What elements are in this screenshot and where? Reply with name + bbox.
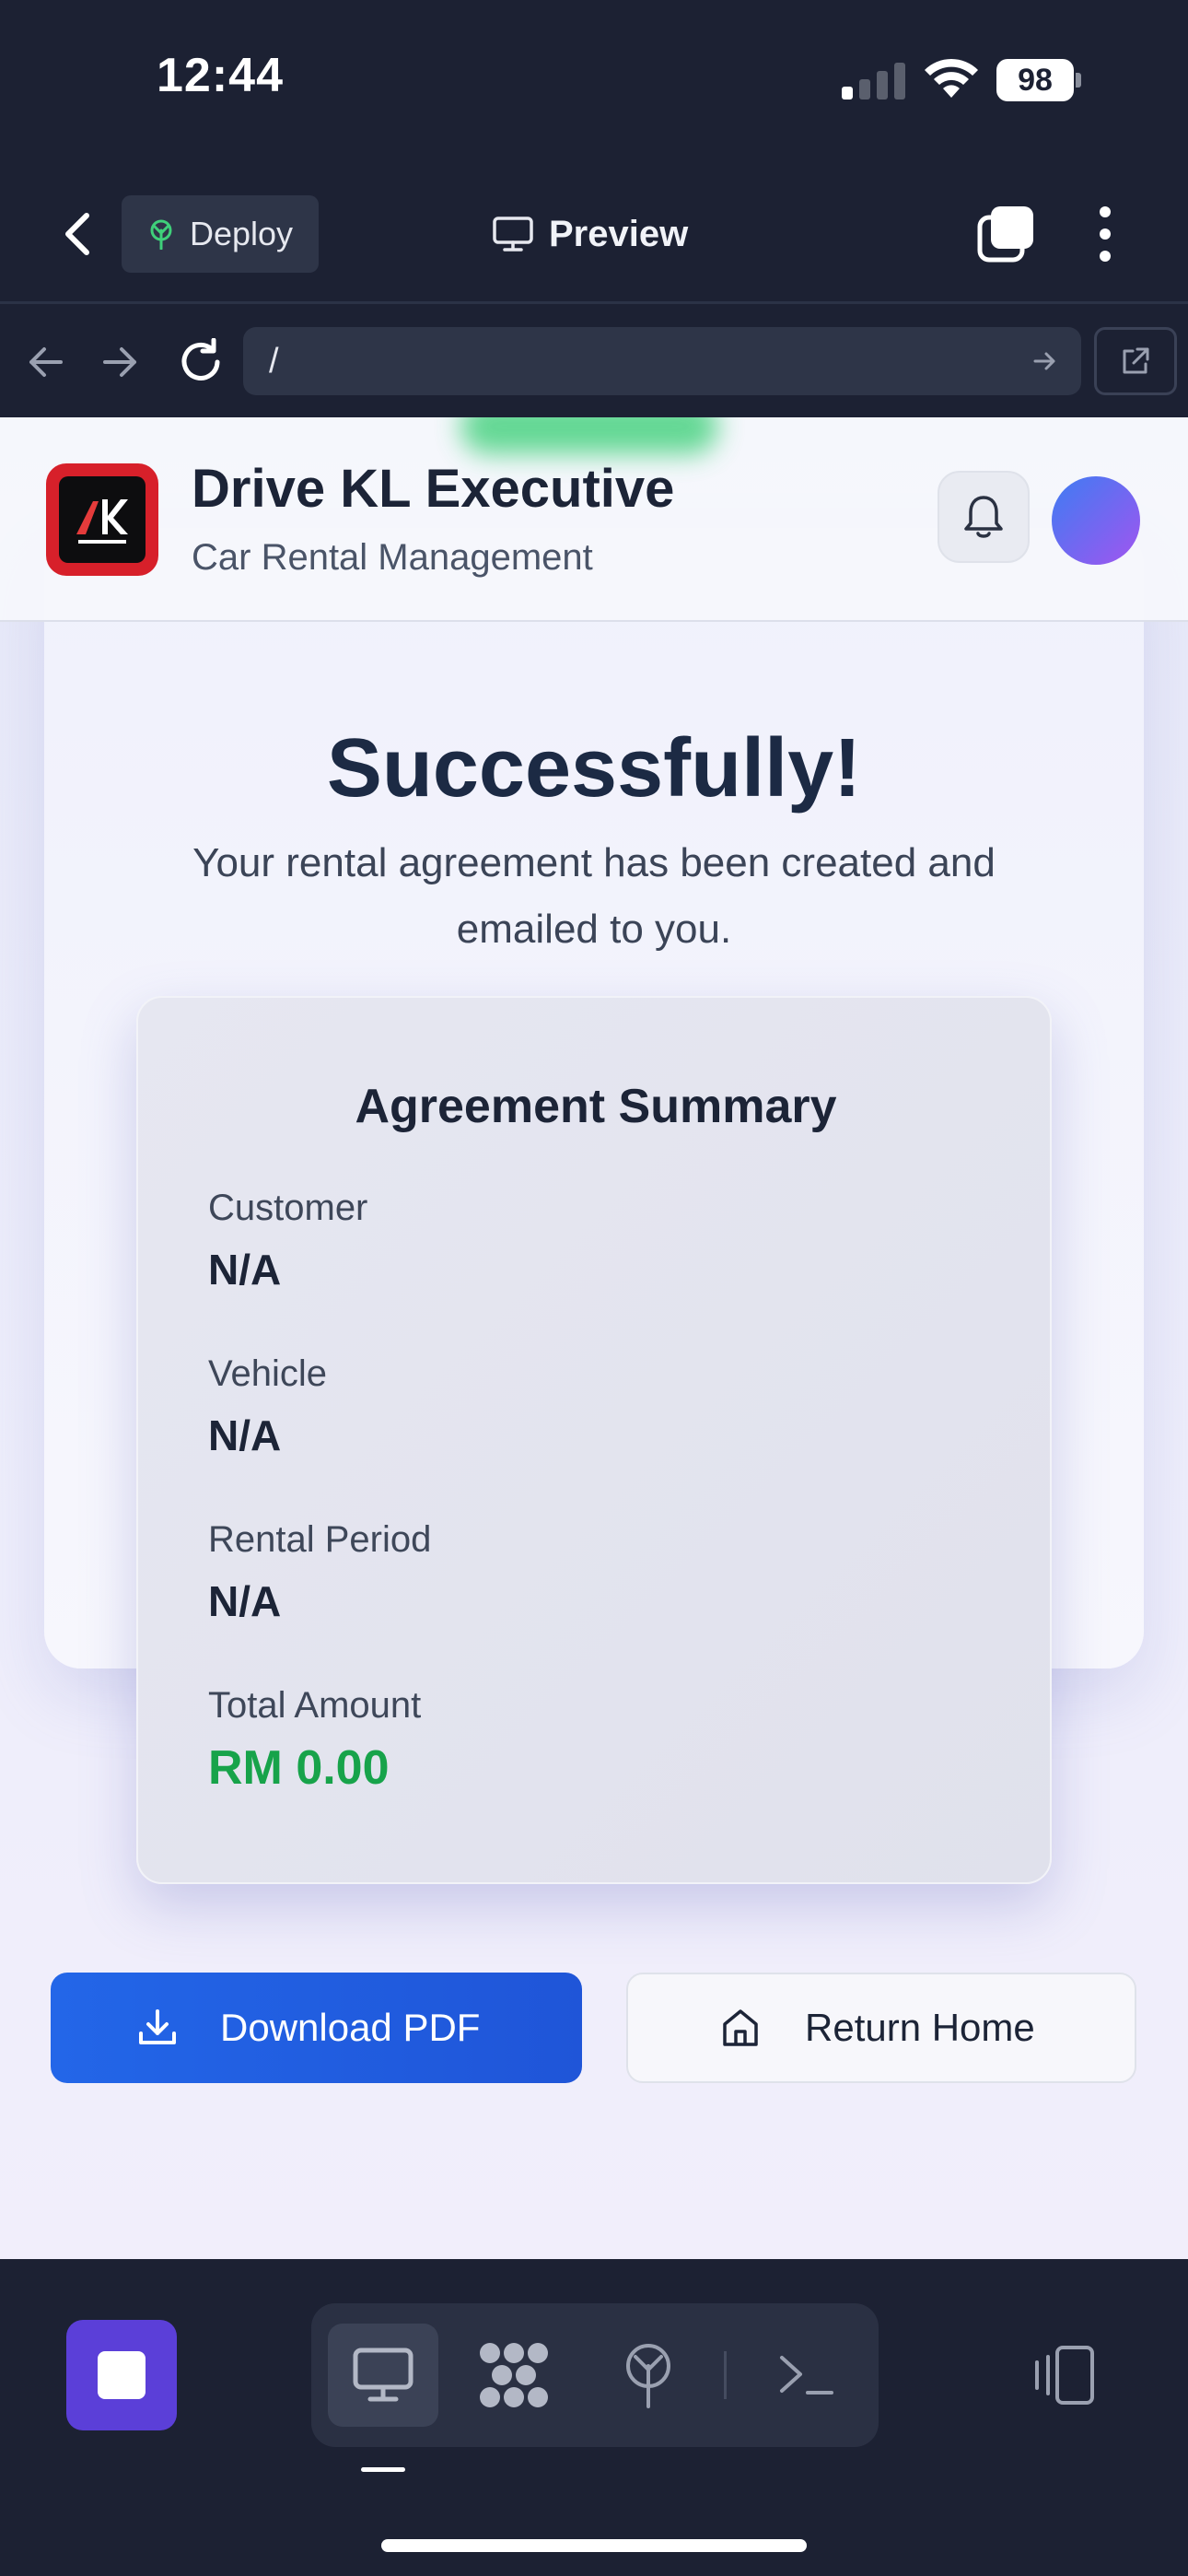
success-message: Your rental agreement has been created a… [192, 840, 996, 952]
bottom-dock [0, 2259, 1188, 2576]
home-icon [723, 2009, 758, 2046]
url-text: / [269, 342, 279, 381]
success-card: Successfully! Your rental agreement has … [44, 528, 1144, 1884]
dock-tab-group [311, 2303, 879, 2447]
active-tab-indicator [361, 2467, 405, 2472]
arrow-right-icon[interactable] [101, 344, 140, 381]
open-external-button[interactable] [1094, 327, 1177, 395]
rental-period-value: N/A [208, 1577, 282, 1625]
more-vertical-icon[interactable] [1090, 205, 1120, 263]
bell-icon [964, 496, 1003, 538]
status-time: 12:44 [157, 49, 284, 102]
terminal-icon [780, 2356, 833, 2395]
external-link-icon [1123, 347, 1149, 374]
app-toolbar: Deploy Preview [0, 166, 1188, 304]
device-rotate-icon[interactable] [1031, 2342, 1098, 2408]
browser-url-bar: / [0, 307, 1188, 417]
total-amount-value: RM 0.00 [208, 1741, 390, 1795]
site-subtitle: Car Rental Management [192, 537, 593, 578]
apps-grid-icon [480, 2343, 548, 2407]
app-logo [46, 463, 158, 576]
download-pdf-label: Download PDF [220, 2006, 481, 2049]
back-chevron-icon[interactable] [52, 206, 103, 262]
go-arrow-icon[interactable] [1033, 351, 1057, 371]
summary-title: Agreement Summary [355, 1080, 837, 1133]
download-pdf-button[interactable]: Download PDF [51, 1973, 582, 2083]
deploy-icon [626, 2344, 670, 2408]
deploy-label: Deploy [190, 215, 294, 252]
dock-tab-terminal[interactable] [751, 2324, 862, 2427]
home-indicator[interactable] [381, 2539, 807, 2552]
webview: Drive KL Executive Car Rental Management… [0, 417, 1188, 2259]
preview-tab[interactable]: Preview [492, 206, 688, 262]
notifications-button[interactable] [938, 471, 1030, 563]
url-field[interactable]: / [243, 327, 1081, 395]
preview-label: Preview [549, 213, 689, 254]
avatar[interactable] [1052, 476, 1140, 565]
battery-level: 98 [996, 59, 1074, 101]
customer-value: N/A [208, 1246, 282, 1294]
vehicle-label: Vehicle [208, 1353, 327, 1394]
download-icon [139, 2009, 176, 2044]
header-glow [460, 417, 718, 454]
monitor-icon [353, 2348, 413, 2402]
return-home-label: Return Home [805, 2006, 1035, 2049]
status-bar: 12:44 98 [0, 0, 1188, 166]
wifi-icon [925, 58, 978, 98]
dock-tab-deploy[interactable] [593, 2324, 704, 2427]
total-amount-label: Total Amount [208, 1685, 422, 1726]
stop-button[interactable] [66, 2320, 177, 2430]
logo-mark-icon [76, 499, 128, 544]
agreement-summary-card: Agreement Summary Customer N/A Vehicle N… [136, 996, 1052, 1884]
stop-icon [98, 2351, 146, 2399]
monitor-icon [493, 217, 533, 252]
reload-icon[interactable] [177, 338, 225, 386]
success-heading: Successfully! [326, 722, 862, 814]
rental-period-label: Rental Period [208, 1519, 432, 1560]
tabs-icon[interactable] [976, 205, 1035, 263]
dock-separator [724, 2351, 727, 2399]
dock-tab-preview[interactable] [328, 2324, 438, 2427]
battery-indicator: 98 [996, 59, 1081, 101]
site-title: Drive KL Executive [192, 459, 675, 519]
site-header: Drive KL Executive Car Rental Management [0, 417, 1188, 622]
return-home-button[interactable]: Return Home [626, 1973, 1136, 2083]
vehicle-value: N/A [208, 1411, 282, 1459]
deploy-button[interactable]: Deploy [122, 195, 319, 273]
arrow-left-icon[interactable] [26, 344, 64, 381]
sprout-icon [150, 219, 172, 250]
customer-label: Customer [208, 1188, 368, 1228]
dock-tab-apps[interactable] [459, 2324, 569, 2427]
cellular-signal-icon [842, 63, 905, 100]
battery-cap [1076, 73, 1081, 88]
